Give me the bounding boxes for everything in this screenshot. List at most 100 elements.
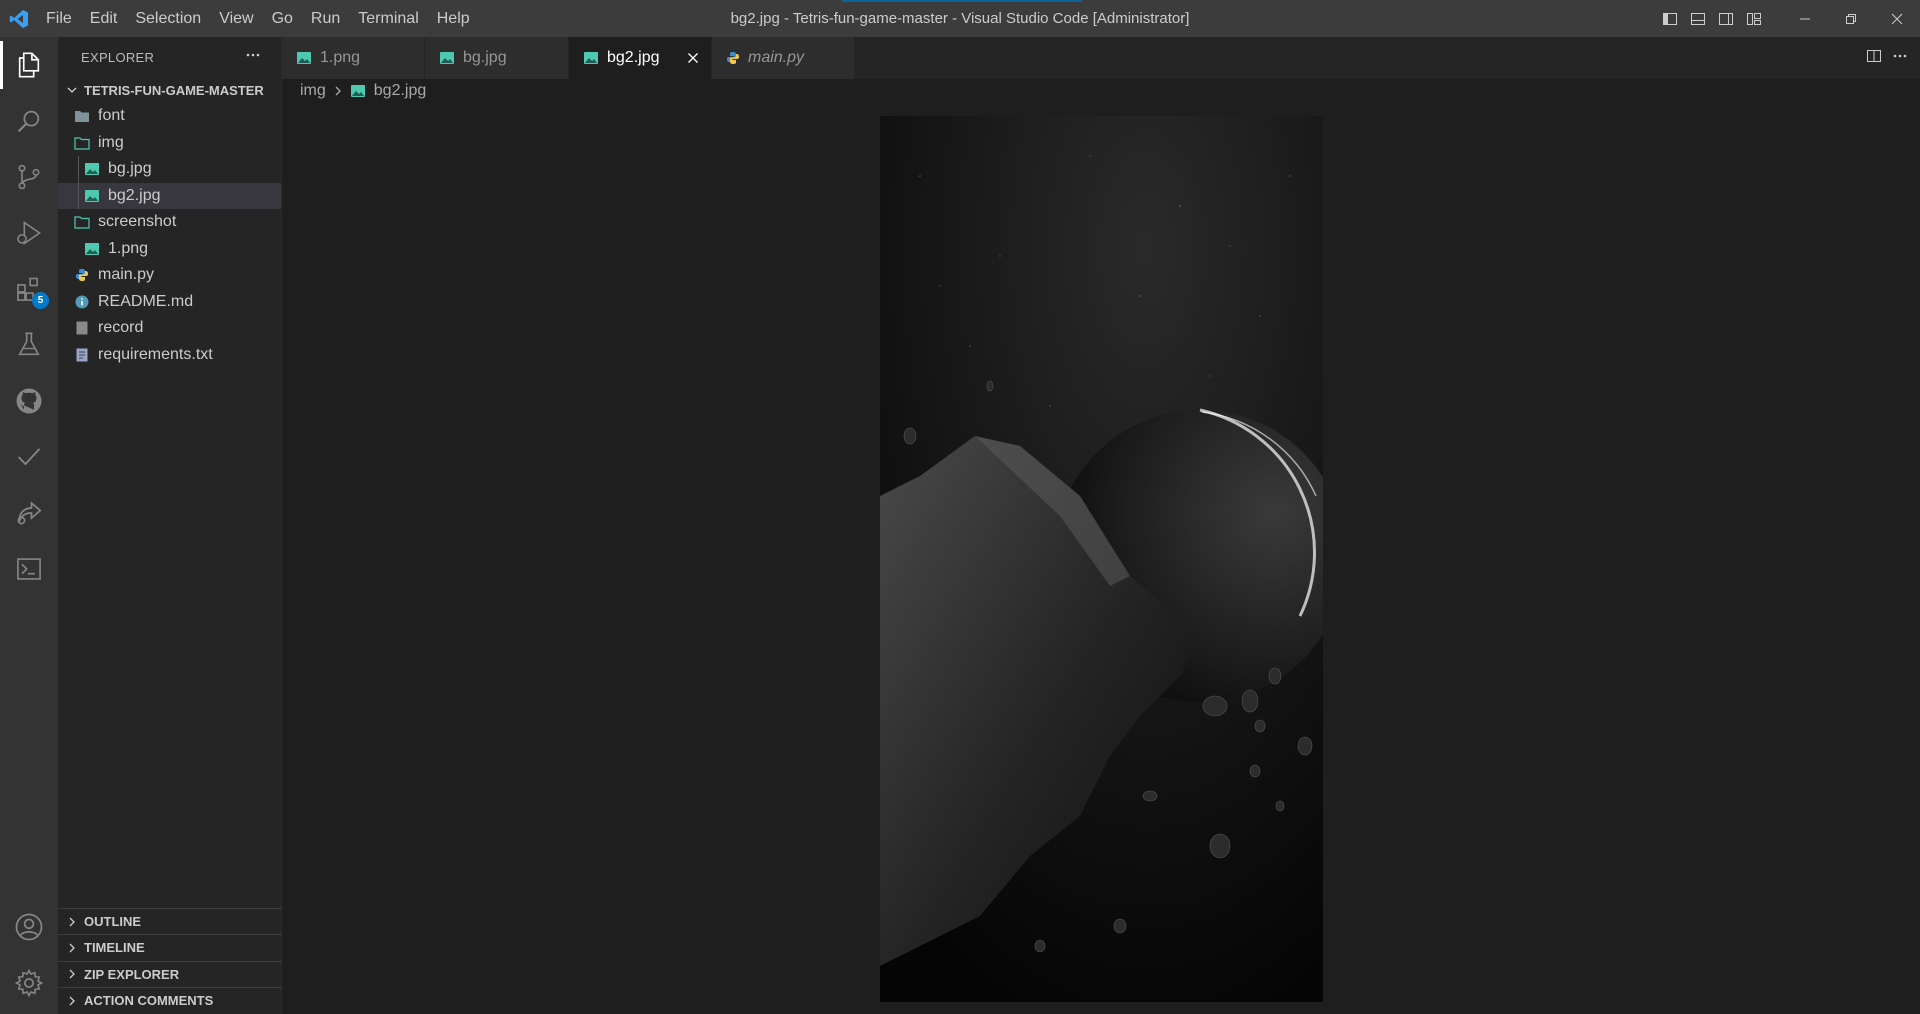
menu-terminal[interactable]: Terminal: [349, 0, 427, 37]
customize-layout-icon[interactable]: [1740, 0, 1768, 37]
image-file-icon: [350, 84, 366, 98]
tree-item-screenshot[interactable]: screenshot: [58, 209, 281, 236]
extensions-icon[interactable]: 5: [0, 261, 58, 317]
section-timeline[interactable]: TIMELINE: [58, 934, 282, 961]
tree-item-requirements[interactable]: requirements.txt: [58, 342, 281, 369]
image-file-icon: [84, 161, 100, 177]
close-tab-icon[interactable]: [683, 48, 703, 68]
tree-item-main-py[interactable]: main.py: [58, 262, 281, 289]
image-file-icon: [296, 51, 312, 65]
folder-open-icon: [74, 135, 90, 151]
settings-gear-icon[interactable]: [0, 955, 58, 1011]
tree-item-label: img: [98, 133, 124, 151]
menu-help[interactable]: Help: [428, 0, 479, 37]
indent-guide: [78, 182, 79, 209]
section-outline[interactable]: OUTLINE: [58, 908, 282, 935]
toggle-panel-icon[interactable]: [1684, 0, 1712, 37]
menu-run[interactable]: Run: [302, 0, 349, 37]
tree-item-label: bg.jpg: [108, 160, 152, 178]
section-label: OUTLINE: [84, 914, 142, 930]
image-file-icon: [84, 188, 100, 204]
tree-item-1-png[interactable]: 1.png: [58, 236, 281, 263]
tab-label: bg2.jpg: [607, 49, 660, 66]
tab-1-png[interactable]: 1.png: [282, 37, 425, 79]
account-icon[interactable]: [0, 899, 58, 955]
python-file-icon: [726, 51, 740, 65]
breadcrumb-item[interactable]: bg2.jpg: [374, 82, 427, 100]
section-label: ZIP EXPLORER: [84, 966, 180, 982]
explorer-icon[interactable]: [0, 37, 58, 93]
tree-item-bg-jpg[interactable]: bg.jpg: [58, 156, 281, 183]
tree-item-label: main.py: [98, 266, 155, 284]
vscode-logo-icon: [0, 0, 37, 37]
toggle-primary-sidebar-icon[interactable]: [1656, 0, 1684, 37]
menu-file[interactable]: File: [37, 0, 81, 37]
terminal-icon[interactable]: [0, 541, 58, 597]
editor-actions: [1866, 37, 1908, 79]
restore-icon[interactable]: [1828, 0, 1874, 37]
chevron-right-icon: [332, 85, 344, 97]
live-share-icon[interactable]: [0, 485, 58, 541]
github-icon[interactable]: [0, 373, 58, 429]
source-control-icon[interactable]: [0, 149, 58, 205]
tab-label: bg.jpg: [463, 49, 507, 66]
tab-bg-jpg[interactable]: bg.jpg: [425, 37, 569, 79]
editor-tab-bar: 1.png bg.jpg bg2.jpg main.py: [282, 37, 1920, 79]
tree-item-font[interactable]: font: [58, 103, 281, 130]
tab-main-py[interactable]: main.py: [712, 37, 855, 79]
python-file-icon: [74, 267, 90, 283]
search-icon[interactable]: [0, 93, 58, 149]
tree-item-label: 1.png: [108, 239, 149, 257]
workspace-root[interactable]: TETRIS-FUN-GAME-MASTER: [58, 77, 281, 103]
folder-open-icon: [74, 214, 90, 230]
menu-view[interactable]: View: [210, 0, 262, 37]
chevron-right-icon: [64, 916, 80, 928]
image-file-icon: [84, 241, 100, 257]
chevron-right-icon: [64, 942, 80, 954]
activity-bar: 5: [0, 37, 58, 1014]
section-zip-explorer[interactable]: ZIP EXPLORER: [58, 960, 282, 988]
tree-item-label: font: [98, 107, 125, 125]
testing-icon[interactable]: [0, 317, 58, 373]
title-bar: File Edit Selection View Go Run Terminal…: [0, 0, 1920, 37]
menu-go[interactable]: Go: [263, 0, 302, 37]
workspace-root-label: TETRIS-FUN-GAME-MASTER: [84, 82, 264, 98]
checkmark-icon[interactable]: [0, 429, 58, 485]
more-actions-icon[interactable]: [245, 47, 261, 68]
extensions-badge: 5: [32, 292, 49, 309]
explorer-sidebar: EXPLORER TETRIS-FUN-GAME-MASTER font img…: [58, 37, 282, 1014]
close-window-icon[interactable]: [1874, 0, 1920, 37]
tree-item-label: requirements.txt: [98, 345, 213, 363]
chevron-right-icon: [64, 995, 80, 1007]
breadcrumb-item[interactable]: img: [300, 82, 326, 100]
tab-label: main.py: [748, 49, 805, 66]
split-editor-icon[interactable]: [1866, 48, 1882, 69]
tree-item-label: screenshot: [98, 213, 177, 231]
menu-bar: File Edit Selection View Go Run Terminal…: [37, 0, 479, 37]
tree-item-label: bg2.jpg: [108, 186, 161, 204]
tree-item-bg2-jpg[interactable]: bg2.jpg: [58, 182, 281, 209]
chevron-right-icon: [64, 968, 80, 980]
tree-item-readme[interactable]: README.md: [58, 289, 281, 316]
toggle-secondary-sidebar-icon[interactable]: [1712, 0, 1740, 37]
window-controls: [1656, 0, 1920, 37]
tree-item-label: README.md: [98, 292, 194, 310]
text-file-icon: [74, 347, 90, 363]
info-icon: [74, 294, 90, 310]
explorer-title: EXPLORER: [81, 49, 155, 65]
run-debug-icon[interactable]: [0, 205, 58, 261]
menu-selection[interactable]: Selection: [126, 0, 210, 37]
tab-label: 1.png: [320, 49, 361, 66]
menu-edit[interactable]: Edit: [81, 0, 127, 37]
tree-item-record[interactable]: record: [58, 315, 281, 342]
tree-item-label: record: [98, 319, 144, 337]
section-label: TIMELINE: [84, 940, 145, 956]
folder-closed-icon: [74, 108, 90, 124]
tree-item-img[interactable]: img: [58, 130, 281, 157]
image-preview: [880, 116, 1323, 1002]
section-action-comments[interactable]: ACTION COMMENTS: [58, 987, 282, 1014]
minimize-icon[interactable]: [1782, 0, 1828, 37]
more-actions-icon[interactable]: [1892, 48, 1908, 69]
tab-bg2-jpg[interactable]: bg2.jpg: [569, 37, 712, 79]
title-progress-indicator: [842, 0, 1082, 2]
